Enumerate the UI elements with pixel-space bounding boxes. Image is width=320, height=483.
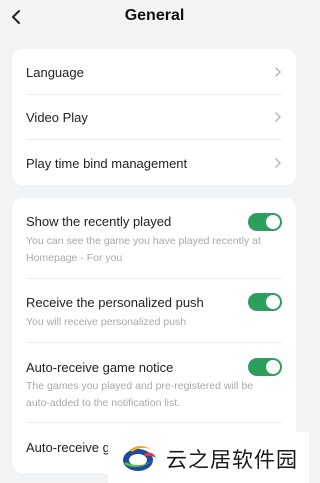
video-play-item[interactable]: Video Play	[26, 107, 282, 127]
game-notice-label: Auto-receive game notice	[26, 360, 174, 375]
personalized-push-toggle[interactable]	[248, 293, 282, 311]
language-label: Language	[26, 64, 84, 80]
language-item[interactable]: Language	[26, 62, 282, 82]
divider	[26, 278, 282, 279]
video-play-label: Video Play	[26, 109, 88, 125]
personalized-push-description: You will receive personalized push	[26, 316, 187, 328]
chevron-right-icon	[275, 67, 281, 77]
divider	[26, 422, 282, 423]
auto-receive-label: Auto-receive g	[26, 440, 110, 455]
game-notice-toggle[interactable]	[248, 358, 282, 376]
site-logo-icon	[123, 446, 156, 471]
watermark-text: 云之居软件园	[166, 448, 298, 472]
watermark: 云之居软件园	[108, 432, 309, 483]
recently-played-description: You can see the game you have played rec…	[26, 235, 261, 264]
recently-played-toggle[interactable]	[248, 213, 282, 231]
divider	[26, 342, 282, 343]
chevron-right-icon	[275, 112, 281, 122]
toggle-knob	[266, 360, 280, 374]
play-time-bind-item[interactable]: Play time bind management	[26, 153, 282, 173]
page-title: General	[124, 7, 185, 24]
toggle-knob	[266, 295, 280, 309]
game-notice-description: The games you played and pre-registered …	[26, 380, 254, 409]
personalized-push-label: Receive the personalized push	[26, 295, 204, 310]
chevron-right-icon	[275, 158, 281, 168]
divider	[26, 94, 282, 95]
divider	[26, 139, 282, 140]
header-bar: General	[0, 0, 309, 36]
navigation-card: Language Video Play Play time bind manag…	[12, 49, 296, 185]
play-time-bind-label: Play time bind management	[26, 155, 188, 171]
recently-played-label: Show the recently played	[26, 214, 172, 229]
toggle-knob	[266, 215, 280, 229]
